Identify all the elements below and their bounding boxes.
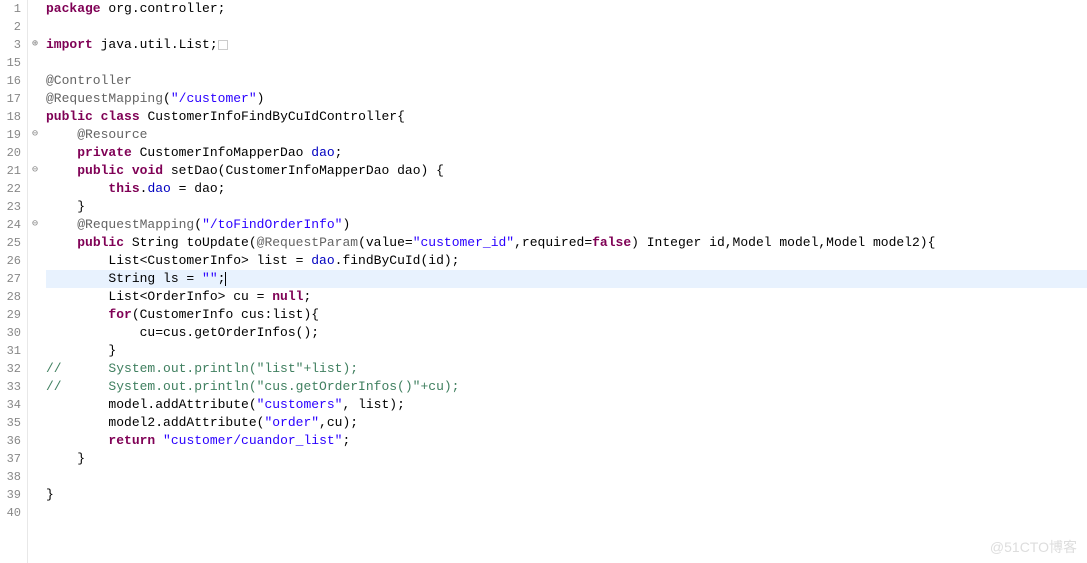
fold-marker[interactable] bbox=[28, 414, 42, 432]
line-number: 32 bbox=[0, 360, 27, 378]
fold-gutter: ⊕ ⊖ ⊖ ⊖ bbox=[28, 0, 42, 563]
line-number-gutter: 1 2 3 15 16 17 18 19 20 21 22 23 24 25 2… bbox=[0, 0, 28, 563]
fold-marker[interactable] bbox=[28, 396, 42, 414]
line-number: 30 bbox=[0, 324, 27, 342]
code-line[interactable]: private CustomerInfoMapperDao dao; bbox=[46, 144, 1087, 162]
fold-marker[interactable] bbox=[28, 504, 42, 522]
code-line[interactable]: } bbox=[46, 450, 1087, 468]
code-line[interactable]: import java.util.List; bbox=[46, 36, 1087, 54]
line-number: 19 bbox=[0, 126, 27, 144]
code-line[interactable]: @RequestMapping("/customer") bbox=[46, 90, 1087, 108]
line-number: 39 bbox=[0, 486, 27, 504]
code-line[interactable]: public class CustomerInfoFindByCuIdContr… bbox=[46, 108, 1087, 126]
line-number: 25 bbox=[0, 234, 27, 252]
fold-marker[interactable] bbox=[28, 252, 42, 270]
fold-marker[interactable]: ⊕ bbox=[28, 36, 42, 54]
fold-marker[interactable] bbox=[28, 324, 42, 342]
fold-marker[interactable] bbox=[28, 234, 42, 252]
code-line[interactable]: } bbox=[46, 342, 1087, 360]
code-line[interactable]: for(CustomerInfo cus:list){ bbox=[46, 306, 1087, 324]
fold-marker[interactable] bbox=[28, 378, 42, 396]
fold-marker[interactable] bbox=[28, 288, 42, 306]
code-line[interactable]: } bbox=[46, 198, 1087, 216]
code-line[interactable]: List<OrderInfo> cu = null; bbox=[46, 288, 1087, 306]
line-number: 24 bbox=[0, 216, 27, 234]
code-line[interactable]: @Controller bbox=[46, 72, 1087, 90]
line-number: 36 bbox=[0, 432, 27, 450]
code-line[interactable]: @RequestMapping("/toFindOrderInfo") bbox=[46, 216, 1087, 234]
line-number: 27 bbox=[0, 270, 27, 288]
fold-marker[interactable]: ⊖ bbox=[28, 216, 42, 234]
fold-marker[interactable] bbox=[28, 342, 42, 360]
fold-marker[interactable] bbox=[28, 198, 42, 216]
fold-marker[interactable] bbox=[28, 306, 42, 324]
line-number: 3 bbox=[0, 36, 27, 54]
code-line[interactable]: cu=cus.getOrderInfos(); bbox=[46, 324, 1087, 342]
fold-marker[interactable] bbox=[28, 18, 42, 36]
code-line[interactable]: model.addAttribute("customers", list); bbox=[46, 396, 1087, 414]
code-line[interactable] bbox=[46, 54, 1087, 72]
fold-marker[interactable]: ⊖ bbox=[28, 162, 42, 180]
code-line[interactable]: this.dao = dao; bbox=[46, 180, 1087, 198]
fold-marker[interactable] bbox=[28, 360, 42, 378]
code-line[interactable] bbox=[46, 468, 1087, 486]
code-line[interactable]: public String toUpdate(@RequestParam(val… bbox=[46, 234, 1087, 252]
cursor-icon bbox=[225, 272, 226, 286]
line-number: 33 bbox=[0, 378, 27, 396]
fold-marker[interactable] bbox=[28, 0, 42, 18]
fold-marker[interactable] bbox=[28, 108, 42, 126]
collapse-box-icon[interactable] bbox=[218, 40, 228, 50]
line-number: 2 bbox=[0, 18, 27, 36]
code-line[interactable]: // System.out.println("list"+list); bbox=[46, 360, 1087, 378]
fold-marker[interactable] bbox=[28, 486, 42, 504]
line-number: 17 bbox=[0, 90, 27, 108]
line-number: 15 bbox=[0, 54, 27, 72]
code-line[interactable]: // System.out.println("cus.getOrderInfos… bbox=[46, 378, 1087, 396]
fold-marker[interactable] bbox=[28, 432, 42, 450]
code-editor[interactable]: 1 2 3 15 16 17 18 19 20 21 22 23 24 25 2… bbox=[0, 0, 1087, 563]
line-number: 16 bbox=[0, 72, 27, 90]
fold-marker[interactable] bbox=[28, 54, 42, 72]
code-line[interactable]: return "customer/cuandor_list"; bbox=[46, 432, 1087, 450]
line-number: 29 bbox=[0, 306, 27, 324]
code-line[interactable]: } bbox=[46, 486, 1087, 504]
line-number: 40 bbox=[0, 504, 27, 522]
line-number: 18 bbox=[0, 108, 27, 126]
line-number: 21 bbox=[0, 162, 27, 180]
line-number: 35 bbox=[0, 414, 27, 432]
code-line[interactable]: List<CustomerInfo> list = dao.findByCuId… bbox=[46, 252, 1087, 270]
code-line[interactable]: model2.addAttribute("order",cu); bbox=[46, 414, 1087, 432]
line-number: 38 bbox=[0, 468, 27, 486]
line-number: 26 bbox=[0, 252, 27, 270]
line-number: 1 bbox=[0, 0, 27, 18]
line-number: 22 bbox=[0, 180, 27, 198]
code-line[interactable] bbox=[46, 18, 1087, 36]
fold-marker[interactable]: ⊖ bbox=[28, 126, 42, 144]
fold-marker[interactable] bbox=[28, 144, 42, 162]
line-number: 37 bbox=[0, 450, 27, 468]
fold-marker[interactable] bbox=[28, 468, 42, 486]
code-line[interactable]: package org.controller; bbox=[46, 0, 1087, 18]
line-number: 31 bbox=[0, 342, 27, 360]
line-number: 34 bbox=[0, 396, 27, 414]
code-line[interactable]: public void setDao(CustomerInfoMapperDao… bbox=[46, 162, 1087, 180]
code-content[interactable]: package org.controller; import java.util… bbox=[42, 0, 1087, 563]
watermark: @51CTO博客 bbox=[990, 537, 1077, 557]
code-line-active[interactable]: String ls = ""; bbox=[46, 270, 1087, 288]
fold-marker[interactable] bbox=[28, 450, 42, 468]
fold-marker[interactable] bbox=[28, 270, 42, 288]
code-line[interactable]: @Resource bbox=[46, 126, 1087, 144]
line-number: 20 bbox=[0, 144, 27, 162]
fold-marker[interactable] bbox=[28, 90, 42, 108]
line-number: 28 bbox=[0, 288, 27, 306]
fold-marker[interactable] bbox=[28, 72, 42, 90]
line-number: 23 bbox=[0, 198, 27, 216]
fold-marker[interactable] bbox=[28, 180, 42, 198]
code-line[interactable] bbox=[46, 504, 1087, 522]
